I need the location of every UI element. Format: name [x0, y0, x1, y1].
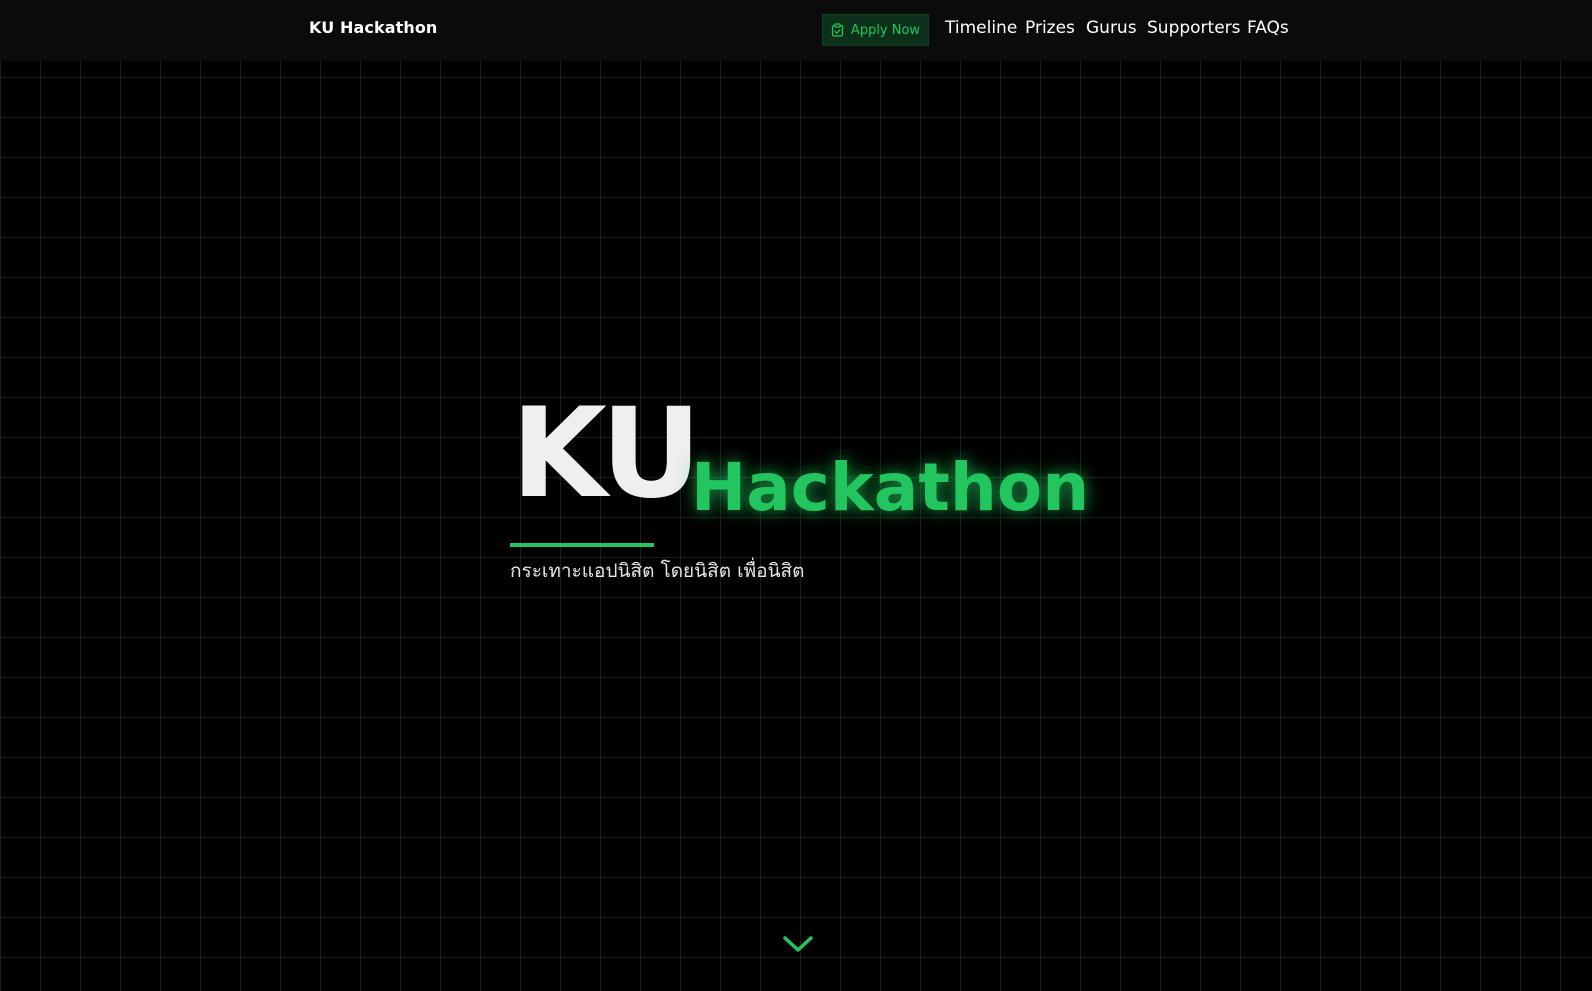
apply-now-label: Apply Now [850, 22, 921, 38]
hero-underline [510, 543, 654, 547]
nav-link-prizes[interactable]: Prizes [1025, 18, 1075, 38]
brand-logo[interactable]: KU Hackathon [309, 18, 437, 37]
apply-now-button[interactable]: Apply Now [822, 14, 929, 46]
landing-page: KU Hackathon Apply Now Timeline Prizes G… [0, 0, 1592, 991]
nav-link-gurus[interactable]: Gurus [1086, 18, 1137, 38]
chevron-down-icon[interactable] [781, 932, 815, 956]
hero-title-ku: KU [511, 382, 702, 526]
nav-link-faqs[interactable]: FAQs [1247, 18, 1289, 38]
hero-tagline: กระเทาะแอปนิสิต โดยนิสิต เพื่อนิสิต [510, 560, 805, 582]
hero-title-hackathon: Hackathon [691, 449, 1090, 526]
clipboard-check-icon [831, 23, 844, 37]
top-navbar: KU Hackathon Apply Now Timeline Prizes G… [0, 0, 1592, 61]
nav-link-timeline[interactable]: Timeline [945, 18, 1017, 38]
nav-link-supporters[interactable]: Supporters [1147, 18, 1241, 38]
hero-section: KU Hackathon กระเทาะแอปนิสิต โดยนิสิต เพ… [0, 0, 1592, 991]
